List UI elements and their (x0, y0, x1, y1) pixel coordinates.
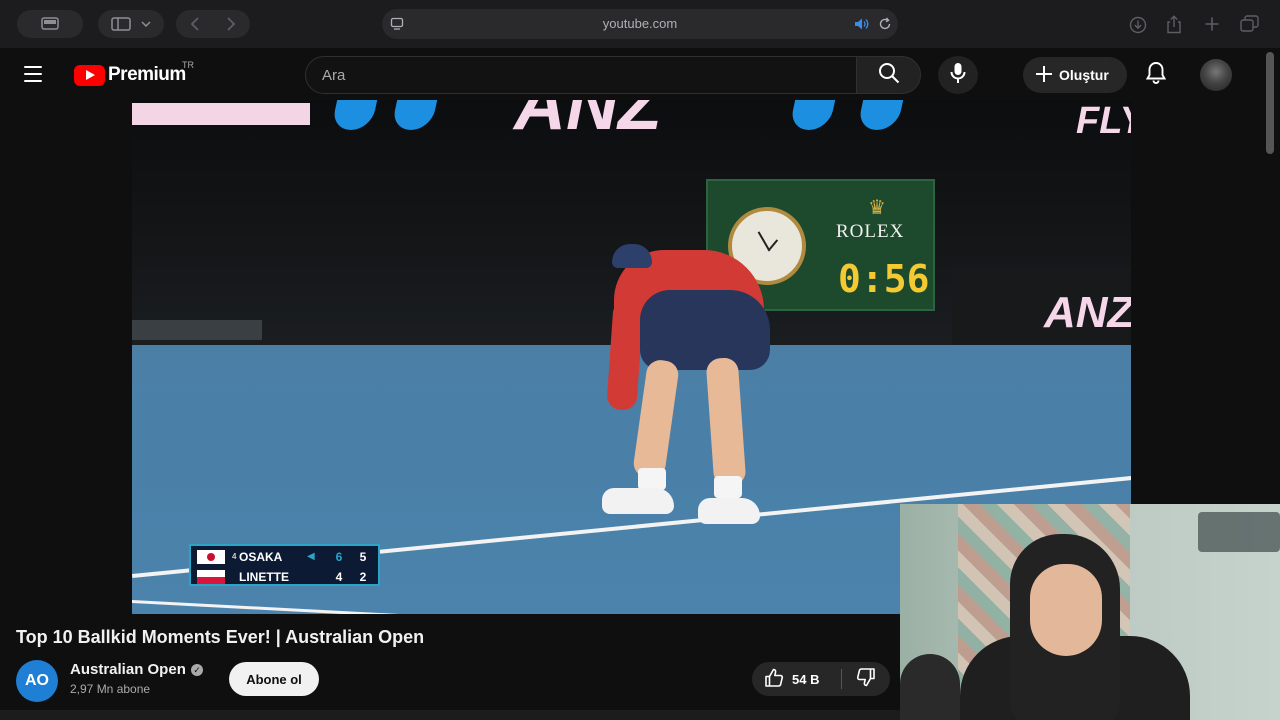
voice-search-button[interactable] (938, 56, 978, 94)
address-bar[interactable]: youtube.com (382, 9, 898, 39)
download-icon[interactable] (1129, 16, 1147, 34)
create-label: Oluştur (1059, 67, 1109, 83)
thumbs-up-icon (764, 668, 784, 691)
like-dislike-group: 54 B (752, 662, 890, 696)
dislike-button[interactable] (842, 662, 890, 696)
player-set-score: 4 (335, 569, 343, 584)
bottom-strip (0, 710, 900, 720)
page-scrollbar[interactable] (1266, 52, 1274, 154)
player-seed: 4 (232, 552, 237, 561)
board-brand: ROLEX (836, 221, 905, 242)
youtube-header: Premium TR Oluştur (0, 48, 1280, 100)
share-icon[interactable] (1166, 15, 1182, 34)
banner-text-right: FLY (1076, 100, 1131, 142)
logo-text: Premium (108, 64, 186, 85)
like-button[interactable]: 54 B (752, 662, 840, 696)
youtube-play-icon (74, 64, 105, 86)
sidebar-icon (111, 17, 131, 31)
scoreboard-row: 4 OSAKA ◀ 6 5 (191, 547, 378, 566)
ball-kid-leg (705, 357, 747, 487)
url-text[interactable]: youtube.com (382, 16, 898, 31)
bell-icon (1145, 61, 1167, 90)
channel-name[interactable]: Australian Open (70, 661, 186, 678)
back-icon[interactable] (190, 17, 200, 31)
search-bar (305, 56, 921, 94)
scoreboard-row: LINETTE 4 2 (191, 567, 378, 586)
banner-text-center: ANZ (514, 100, 662, 145)
chevron-down-icon (141, 21, 151, 27)
ball-kid-cap (612, 244, 652, 268)
poland-flag-icon (197, 569, 225, 584)
channel-avatar[interactable]: AO (16, 660, 58, 702)
reload-icon[interactable] (878, 17, 892, 31)
forward-icon[interactable] (226, 17, 236, 31)
window-switcher-button[interactable] (17, 10, 83, 38)
window-icon (41, 17, 59, 31)
ball-kid-sock (714, 476, 742, 498)
streamer-face (1030, 564, 1102, 656)
thumbs-down-icon (856, 667, 876, 692)
ball-kid-shoe (602, 488, 674, 514)
youtube-premium-logo[interactable]: Premium (74, 64, 186, 86)
sidebar-toggle-button[interactable] (98, 10, 164, 38)
notifications-button[interactable] (1142, 61, 1170, 90)
create-button[interactable]: Oluştur (1023, 57, 1127, 93)
player-game-score: 2 (359, 569, 367, 584)
search-button[interactable] (856, 56, 921, 94)
serve-indicator-icon: ◀ (307, 551, 315, 562)
board-timer: 0:56 (838, 257, 930, 301)
verified-check-icon: ✓ (191, 664, 203, 676)
japan-flag-icon (197, 549, 225, 564)
hamburger-menu-icon[interactable] (24, 62, 50, 86)
microphone-stand (900, 654, 960, 720)
ball-kid-shorts (640, 290, 770, 370)
search-input[interactable] (305, 56, 857, 94)
microphone-icon (950, 62, 966, 89)
search-icon (878, 62, 900, 89)
tabs-icon[interactable] (1240, 15, 1259, 33)
court-wall-text: ANZ (1044, 288, 1131, 337)
player-game-score: 5 (359, 549, 367, 564)
wall-shelf (1198, 512, 1280, 552)
video-title: Top 10 Ballkid Moments Ever! | Australia… (16, 627, 425, 647)
banner-left (132, 100, 310, 140)
ball-kid-shoe (698, 498, 760, 524)
ball-kid-sock (638, 468, 666, 490)
subscribe-button[interactable]: Abone ol (229, 662, 319, 696)
plus-icon (1035, 65, 1053, 86)
player-name: OSAKA (239, 549, 283, 564)
crown-icon: ♛ (868, 197, 886, 219)
subscriber-count: 2,97 Mn abone (70, 682, 151, 696)
speaker-icon[interactable] (854, 17, 870, 31)
ball-kid-figure (602, 240, 822, 550)
webcam-overlay (900, 504, 1280, 720)
account-avatar[interactable] (1200, 59, 1232, 91)
new-tab-icon[interactable] (1204, 16, 1220, 32)
browser-toolbar: youtube.com (0, 0, 1280, 48)
court-barrier (132, 320, 262, 340)
scoreboard-overlay: 4 OSAKA ◀ 6 5 LINETTE 4 2 (189, 544, 380, 586)
like-count: 54 B (792, 671, 820, 687)
ball-kid-leg (631, 358, 681, 480)
player-name: LINETTE (239, 569, 289, 584)
player-set-score: 6 (335, 549, 343, 564)
country-code: TR (182, 60, 194, 70)
history-buttons (176, 10, 250, 38)
